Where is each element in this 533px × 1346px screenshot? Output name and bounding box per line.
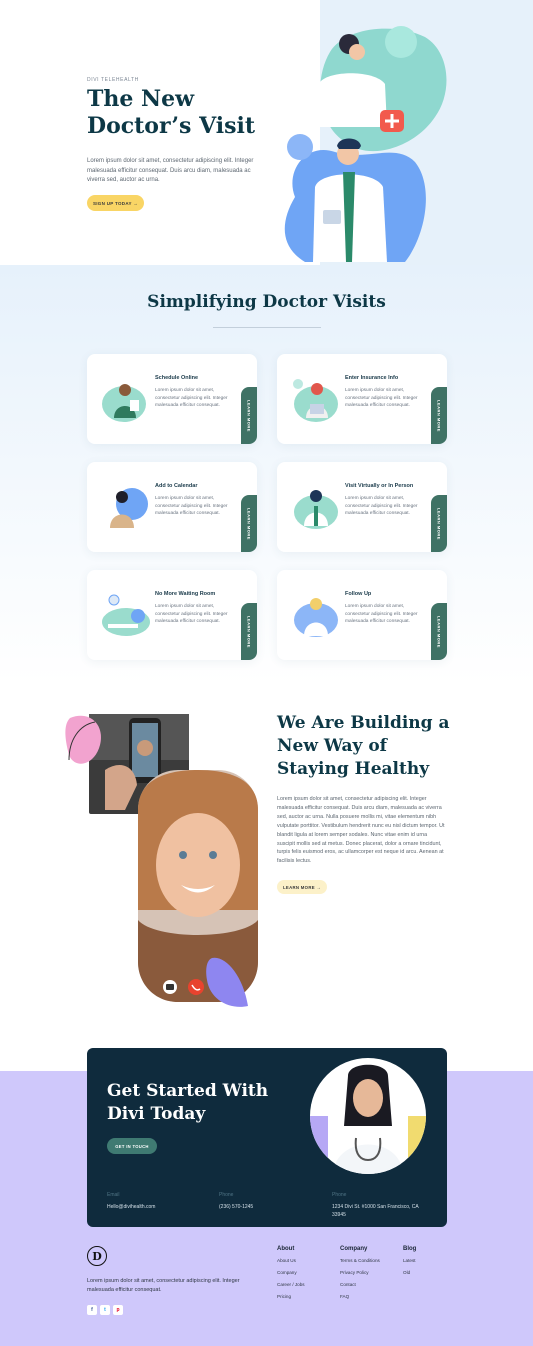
footer-link[interactable]: Latest [403,1258,416,1263]
card-text: Lorem ipsum dolor sit amet, consectetur … [155,496,228,516]
phone-label: Phone [219,1192,234,1198]
facebook-icon[interactable]: f [87,1305,97,1315]
hero-eyebrow: DIVI TELEHEALTH [87,77,139,83]
card-text: Lorem ipsum dolor sit amet, consectetur … [155,388,228,408]
waiting-room-icon [102,594,150,636]
learn-more-tab[interactable]: LEARN MORE [431,495,447,552]
video-visit-icon [294,490,338,529]
footer-link[interactable]: Career / Jobs [277,1282,305,1287]
card-title: Schedule Online [155,375,199,381]
hero-title: The New Doctor’s Visit [87,86,287,140]
footer-link[interactable]: FAQ [340,1294,349,1299]
hero-section: DIVI TELEHEALTH The New Doctor’s Visit L… [0,0,533,265]
building-title-line-1: We Are Building a [277,713,450,733]
hero-description: Lorem ipsum dolor sit amet, consectetur … [87,158,254,183]
cta-title-line-2: Divi Today [107,1104,206,1124]
footer-link[interactable]: Old [403,1270,410,1275]
patient-calendar-icon [110,488,148,528]
card-text: Lorem ipsum dolor sit amet, consectetur … [345,496,418,516]
card-title: No More Waiting Room [155,591,216,597]
card-title: Follow Up [345,591,372,597]
learn-more-tab[interactable]: LEARN MORE [241,387,257,444]
cta-title: Get Started With Divi Today [107,1080,287,1126]
twitter-icon[interactable]: t [100,1305,110,1315]
building-title-line-3: Staying Healthy [277,759,430,779]
footer-blog-heading: Blog [403,1246,417,1252]
phone-link[interactable]: (236) 570-1245 [219,1203,253,1211]
features-divider [213,327,321,328]
video-call-collage [65,714,258,1007]
footer-company-heading: Company [340,1246,368,1252]
hero-doctors-illustration [284,26,447,262]
learn-more-tab[interactable]: LEARN MORE [431,387,447,444]
learn-more-button[interactable]: LEARN MORE → [277,880,327,894]
learn-more-tab[interactable]: LEARN MORE [241,495,257,552]
footer-link[interactable]: Privacy Policy [340,1270,369,1275]
hero-title-line-2: Doctor’s Visit [87,113,256,139]
card-title: Add to Calendar [155,483,198,489]
card-text: Lorem ipsum dolor sit amet, consectetur … [155,604,228,624]
cta-title-line-1: Get Started With [107,1081,269,1101]
doctor-portrait [310,1058,426,1174]
learn-more-tab[interactable]: LEARN MORE [241,603,257,660]
cta-panel: Get Started With Divi Today GET IN TOUCH… [87,1048,447,1227]
email-label: Email [107,1192,120,1198]
learn-more-tab[interactable]: LEARN MORE [431,603,447,660]
feature-card-schedule[interactable]: Schedule Online Lorem ipsum dolor sit am… [87,354,257,444]
features-section [0,265,533,685]
learn-more-label: LEARN MORE [246,615,252,648]
feature-card-insurance[interactable]: Enter Insurance Info Lorem ipsum dolor s… [277,354,447,444]
learn-more-label: LEARN MORE [246,399,252,432]
building-title: We Are Building a New Way of Staying Hea… [277,712,477,781]
footer-link[interactable]: Company [277,1270,297,1275]
feature-card-followup[interactable]: Follow Up Lorem ipsum dolor sit amet, co… [277,570,447,660]
footer-link[interactable]: Terms & Conditions [340,1258,380,1263]
footer-description: Lorem ipsum dolor sit amet, consectetur … [87,1278,240,1293]
address-text: 1234 Divi St. #1000 San Francisco, CA 33… [332,1204,419,1218]
address-label: Phone [332,1192,347,1198]
footer-link[interactable]: About Us [277,1258,296,1263]
email-link[interactable]: Hello@divihealth.com [107,1203,155,1211]
card-title: Enter Insurance Info [345,375,399,381]
footer-link[interactable]: Pricing [277,1294,291,1299]
get-in-touch-button[interactable]: GET IN TOUCH [107,1138,157,1154]
features-title: Simplifying Doctor Visits [147,292,386,312]
sign-up-button[interactable]: SIGN UP TODAY → [87,195,144,211]
follow-up-icon [294,598,338,637]
divi-logo[interactable]: D [87,1246,107,1266]
building-title-line-2: New Way of [277,736,387,756]
learn-more-label: LEARN MORE [246,507,252,540]
building-description: Lorem ipsum dolor sit amet, consectetur … [277,796,445,865]
doctor-tablet-icon [102,384,146,422]
learn-more-label: LEARN MORE [436,615,442,648]
card-text: Lorem ipsum dolor sit amet, consectetur … [345,388,418,408]
hero-title-line-1: The New [87,86,195,112]
footer-link[interactable]: Contact [340,1282,356,1287]
feature-card-calendar[interactable]: Add to Calendar Lorem ipsum dolor sit am… [87,462,257,552]
pinterest-icon[interactable]: p [113,1305,123,1315]
card-text: Lorem ipsum dolor sit amet, consectetur … [345,604,418,624]
feature-card-visit[interactable]: Visit Virtually or In Person Lorem ipsum… [277,462,447,552]
card-title: Visit Virtually or In Person [345,483,414,489]
insurance-form-icon [293,379,338,422]
feature-card-waiting[interactable]: No More Waiting Room Lorem ipsum dolor s… [87,570,257,660]
learn-more-label: LEARN MORE [436,399,442,432]
learn-more-label: LEARN MORE [436,507,442,540]
footer-about-heading: About [277,1246,295,1252]
